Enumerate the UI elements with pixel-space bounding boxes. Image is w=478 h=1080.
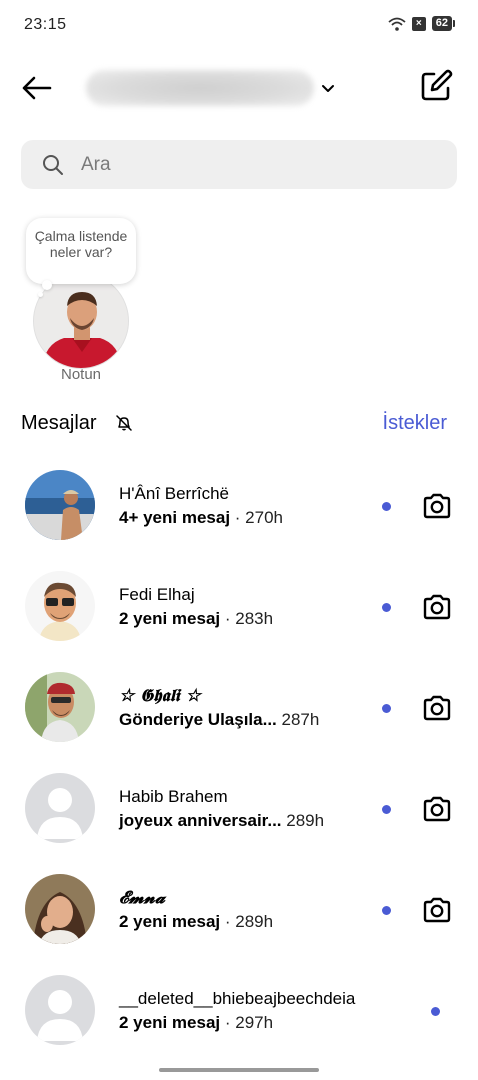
unread-dot	[382, 906, 391, 915]
message-list: H'Ânî Berrîchë 4+ yeni mesaj · 270h Fedi…	[0, 455, 478, 1061]
camera-icon[interactable]	[421, 793, 453, 825]
section-title: Mesajlar	[21, 412, 97, 434]
account-switcher[interactable]	[86, 68, 342, 108]
timestamp: 283h	[235, 609, 274, 628]
list-item[interactable]: __deleted__bhiebeajbeechdeia 2 yeni mesa…	[0, 960, 478, 1061]
conversation-name: Habib Brahem	[119, 787, 228, 806]
unread-dot	[382, 704, 391, 713]
avatar[interactable]	[25, 571, 95, 641]
conversation-preview: 2 yeni mesaj · 297h	[119, 1013, 273, 1033]
profile-photo	[25, 571, 95, 641]
top-bar	[0, 60, 478, 116]
camera-icon[interactable]	[421, 591, 453, 623]
camera-icon[interactable]	[421, 692, 453, 724]
unread-dot	[382, 805, 391, 814]
avatar[interactable]	[25, 874, 95, 944]
list-item[interactable]: Habib Brahem joyeux anniversair... 289h	[0, 758, 478, 859]
profile-photo	[25, 470, 95, 540]
profile-photo	[25, 874, 95, 944]
preview-text: Gönderiye Ulaşıla...	[119, 710, 277, 729]
status-time: 23:15	[24, 16, 67, 33]
preview-text: 2 yeni mesaj	[119, 1013, 221, 1032]
compose-icon[interactable]	[418, 68, 454, 104]
my-note[interactable]: Çalma listende neler var? Notun	[26, 218, 146, 388]
battery-icon: 62	[431, 16, 456, 31]
camera-icon[interactable]	[421, 894, 453, 926]
search-bar[interactable]	[21, 140, 457, 189]
default-avatar-icon	[25, 773, 95, 843]
conversation-preview: joyeux anniversair... 289h	[119, 811, 324, 831]
list-item[interactable]: H'Ânî Berrîchë 4+ yeni mesaj · 270h	[0, 455, 478, 556]
separator: ·	[220, 912, 236, 931]
timestamp: 297h	[235, 1013, 274, 1032]
preview-text: joyeux anniversair...	[119, 811, 282, 830]
status-bar: 23:15 × 62	[0, 0, 478, 52]
conversation-name: __deleted__bhiebeajbeechdeia	[119, 989, 356, 1008]
conversation-preview: 2 yeni mesaj · 289h	[119, 912, 273, 932]
arrow-left-icon[interactable]	[18, 70, 58, 106]
home-indicator[interactable]	[159, 1068, 319, 1072]
wifi-icon	[388, 17, 406, 31]
default-avatar-icon	[25, 975, 95, 1045]
avatar[interactable]	[25, 470, 95, 540]
list-item[interactable]: ☆ 𝕲𝖍𝖆𝖑𝖎 ☆ Gönderiye Ulaşıla... 287h	[0, 657, 478, 758]
unread-dot	[382, 502, 391, 511]
requests-link[interactable]: İstekler	[383, 412, 447, 435]
note-bubble[interactable]: Çalma listende neler var?	[26, 218, 136, 284]
conversation-name: Fedi Elhaj	[119, 585, 195, 604]
conversation-preview: Gönderiye Ulaşıla... 287h	[119, 710, 319, 730]
chevron-down-icon	[322, 85, 334, 92]
separator: ·	[220, 1013, 236, 1032]
conversation-preview: 4+ yeni mesaj · 270h	[119, 508, 283, 528]
conversation-name: ☆ 𝕲𝖍𝖆𝖑𝖎 ☆	[119, 686, 201, 706]
status-icons: × 62	[388, 16, 456, 31]
conversation-preview: 2 yeni mesaj · 283h	[119, 609, 273, 629]
no-sim-icon: ×	[411, 16, 426, 31]
timestamp: 289h	[286, 811, 325, 830]
messages-header: Mesajlar İstekler	[21, 408, 447, 440]
timestamp: 270h	[245, 508, 283, 527]
avatar[interactable]	[25, 773, 95, 843]
preview-text: 4+ yeni mesaj	[119, 508, 231, 527]
search-icon	[43, 154, 63, 175]
separator: ·	[220, 609, 236, 628]
timestamp: 289h	[235, 912, 274, 931]
avatar[interactable]	[25, 975, 95, 1045]
bell-off-icon[interactable]	[115, 414, 133, 432]
preview-text: 2 yeni mesaj	[119, 609, 221, 628]
camera-icon[interactable]	[421, 490, 453, 522]
bubble-tail	[42, 280, 52, 290]
preview-text: 2 yeni mesaj	[119, 912, 221, 931]
timestamp: 287h	[281, 710, 320, 729]
separator: ·	[230, 508, 246, 527]
unread-dot	[431, 1007, 440, 1016]
avatar[interactable]	[25, 672, 95, 742]
profile-photo	[25, 672, 95, 742]
list-item[interactable]: Fedi Elhaj 2 yeni mesaj · 283h	[0, 556, 478, 657]
conversation-name: H'Ânî Berrîchë	[119, 484, 230, 503]
note-label: Notun	[60, 366, 102, 383]
account-name	[86, 70, 314, 106]
bubble-tail-small	[38, 292, 43, 297]
search-input[interactable]	[81, 153, 421, 176]
list-item[interactable]: 𝓔𝓶𝓷𝓪 2 yeni mesaj · 289h	[0, 859, 478, 960]
unread-dot	[382, 603, 391, 612]
conversation-name: 𝓔𝓶𝓷𝓪	[119, 888, 166, 908]
